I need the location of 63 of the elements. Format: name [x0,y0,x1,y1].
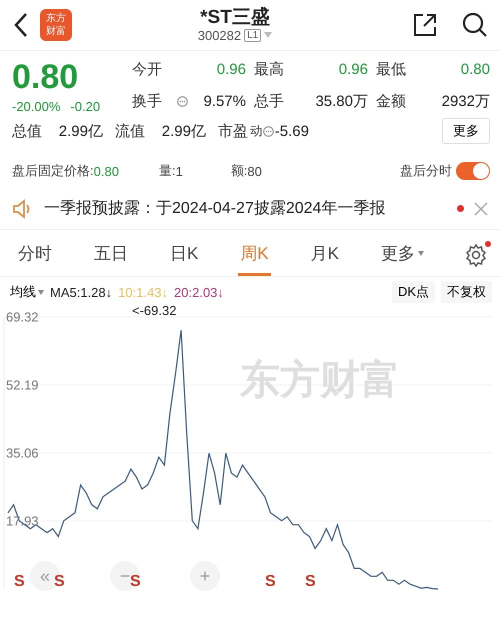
y-axis-label: 35.06 [6,446,39,460]
caret-icon [38,290,44,294]
caret-icon [418,251,424,256]
volume-value: 1 [176,164,183,178]
stat-value: 2932万 [442,92,490,112]
after-hours-toggle[interactable] [456,162,490,180]
current-price: 0.80 [12,57,80,97]
change-amount: -0.20 [70,99,100,114]
sell-signal-marker: S [14,573,25,591]
dk-button[interactable]: DK点 [392,281,435,303]
period-tab[interactable]: 日K [168,234,200,276]
stat-label: 今开 [132,60,162,79]
change-percent: -20.00% [12,99,60,114]
stat-label: 最低 [376,60,406,79]
stat-value: 0.96 [216,60,246,78]
app-logo: 东方 财富 [40,9,72,41]
back-icon[interactable] [12,12,30,38]
toggle-label: 盘后分时 [400,162,452,180]
sell-signal-marker: S [305,573,316,591]
search-icon[interactable] [462,12,488,38]
level-badge: L1 [244,28,262,42]
stat-value: 9.57% [203,93,246,110]
y-axis-label: 69.32 [6,310,39,324]
sell-signal-marker: S [265,573,276,591]
ma-value: MA5:1.28↓ [50,284,112,300]
stat-value: 2.99亿 [162,122,206,140]
stock-title: *ST三盛 [200,8,270,28]
amount-label: 额: [230,162,248,180]
volume-label: 量: [158,162,176,180]
amount-value: 80 [247,164,262,178]
stat-value: 2.99亿 [58,122,103,140]
ma-value: 10:1.43↓ [118,284,168,300]
share-icon[interactable] [412,12,438,38]
stock-code: 300282 [198,28,242,42]
stat-label: 总手 [254,92,284,112]
stat-value: 0.80 [460,60,490,78]
stat-label: 流值 [115,122,145,140]
period-tab[interactable]: 五日 [92,234,130,276]
period-tab[interactable]: 分时 [16,234,54,276]
period-tab[interactable]: 月K [308,234,341,276]
stat-value: -5.69 [274,122,309,140]
more-button[interactable]: 更多 [442,118,490,144]
y-axis-label: 52.19 [6,378,39,392]
notice-text[interactable]: 一季报预披露：于2024-04-27披露2024年一季报 [44,198,447,219]
indicator-selector[interactable]: 均线 [10,283,44,301]
stat-value: 35.80万 [315,92,368,112]
stat-label: 换手 [132,92,162,112]
stat-label: 总值 [12,122,42,140]
peak-label: <-69.32 [132,303,176,318]
caret-icon[interactable] [264,32,272,38]
info-icon[interactable] [177,96,188,108]
settings-icon[interactable] [464,243,488,267]
sell-signal-marker: S [130,573,141,591]
stat-value: 0.96 [338,60,368,78]
adjust-button[interactable]: 不复权 [441,281,492,303]
period-tab[interactable]: 更多 [378,234,426,276]
info-icon[interactable] [263,126,274,136]
after-hours-price-label: 盘后固定价格: [12,162,94,180]
stat-label: 最高 [254,60,284,79]
close-icon[interactable] [474,202,488,216]
stat-label: 金额 [376,92,406,112]
ma-value: 20:2.03↓ [174,284,224,300]
after-hours-price: 0.80 [94,164,119,178]
